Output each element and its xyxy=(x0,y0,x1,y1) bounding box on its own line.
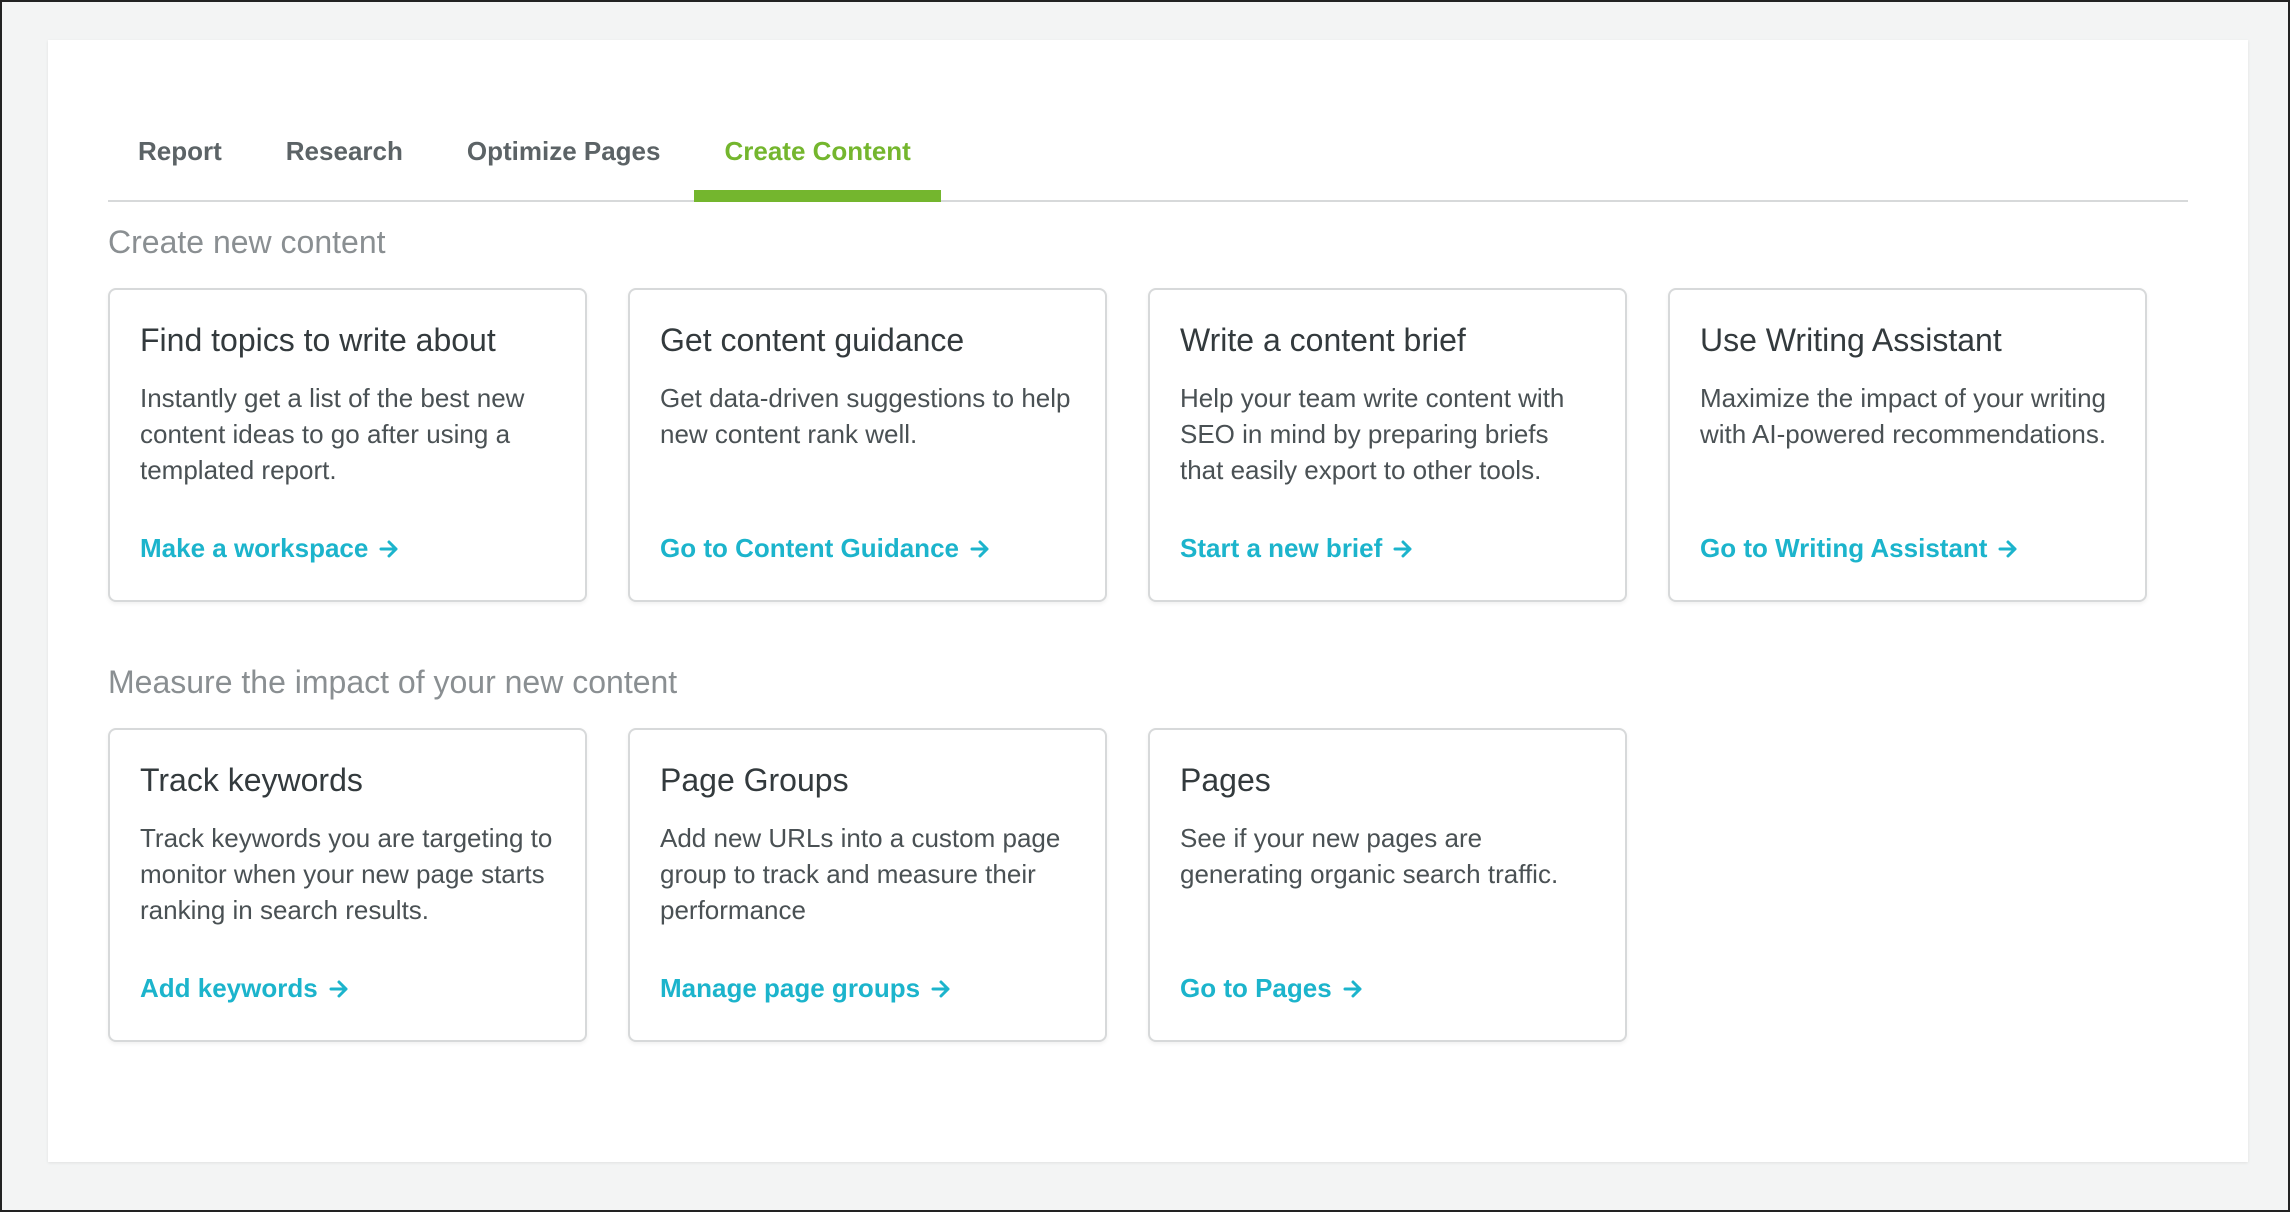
card-title: Use Writing Assistant xyxy=(1700,322,2002,358)
arrow-right-icon xyxy=(931,980,950,997)
card-title: Page Groups xyxy=(660,762,849,798)
card-content-guidance: Get content guidance Get data-driven sug… xyxy=(628,288,1107,602)
arrow-right-icon xyxy=(1343,980,1362,997)
card-title: Find topics to write about xyxy=(140,322,496,358)
card-content-brief: Write a content brief Help your team wri… xyxy=(1148,288,1627,602)
arrow-right-icon xyxy=(1393,540,1412,557)
tab-create-content[interactable]: Create Content xyxy=(694,100,942,202)
tab-report[interactable]: Report xyxy=(108,100,252,200)
card-title: Get content guidance xyxy=(660,322,965,358)
arrow-right-icon xyxy=(379,540,398,557)
link-label: Make a workspace xyxy=(140,533,369,563)
card-find-topics: Find topics to write about Instantly get… xyxy=(108,288,587,602)
card-page-groups: Page Groups Add new URLs into a custom p… xyxy=(628,728,1107,1042)
section-title-create: Create new content xyxy=(108,224,386,260)
link-label: Go to Writing Assistant xyxy=(1700,533,1988,563)
card-writing-assistant: Use Writing Assistant Maximize the impac… xyxy=(1668,288,2147,602)
card-title: Track keywords xyxy=(140,762,363,798)
main-panel: Report Research Optimize Pages Create Co… xyxy=(48,40,2248,1162)
go-to-pages-link[interactable]: Go to Pages xyxy=(1180,973,1364,1004)
card-description: Add new URLs into a custom page group to… xyxy=(660,823,1061,925)
arrow-right-icon xyxy=(1998,540,2017,557)
card-description: Track keywords you are targeting to moni… xyxy=(140,823,553,925)
arrow-right-icon xyxy=(329,980,348,997)
go-to-writing-assistant-link[interactable]: Go to Writing Assistant xyxy=(1700,533,2019,564)
link-label: Manage page groups xyxy=(660,973,921,1003)
link-label: Go to Pages xyxy=(1180,973,1332,1003)
section-title-measure: Measure the impact of your new content xyxy=(108,664,678,700)
manage-page-groups-link[interactable]: Manage page groups xyxy=(660,973,952,1004)
arrow-right-icon xyxy=(970,540,989,557)
card-description: Get data-driven suggestions to help new … xyxy=(660,383,1071,449)
card-title: Write a content brief xyxy=(1180,322,1466,358)
link-label: Add keywords xyxy=(140,973,318,1003)
card-track-keywords: Track keywords Track keywords you are ta… xyxy=(108,728,587,1042)
tab-research[interactable]: Research xyxy=(256,100,433,200)
card-description: Maximize the impact of your writing with… xyxy=(1700,383,2107,449)
link-label: Start a new brief xyxy=(1180,533,1383,563)
go-to-content-guidance-link[interactable]: Go to Content Guidance xyxy=(660,533,991,564)
card-description: Help your team write content with SEO in… xyxy=(1180,383,1565,485)
card-description: See if your new pages are generating org… xyxy=(1180,823,1559,889)
link-label: Go to Content Guidance xyxy=(660,533,959,563)
tab-bar: Report Research Optimize Pages Create Co… xyxy=(108,100,2188,202)
make-workspace-link[interactable]: Make a workspace xyxy=(140,533,400,564)
card-description: Instantly get a list of the best new con… xyxy=(140,383,525,485)
card-pages: Pages See if your new pages are generati… xyxy=(1148,728,1627,1042)
start-new-brief-link[interactable]: Start a new brief xyxy=(1180,533,1414,564)
card-title: Pages xyxy=(1180,762,1271,798)
add-keywords-link[interactable]: Add keywords xyxy=(140,973,350,1004)
tab-optimize-pages[interactable]: Optimize Pages xyxy=(437,100,691,200)
